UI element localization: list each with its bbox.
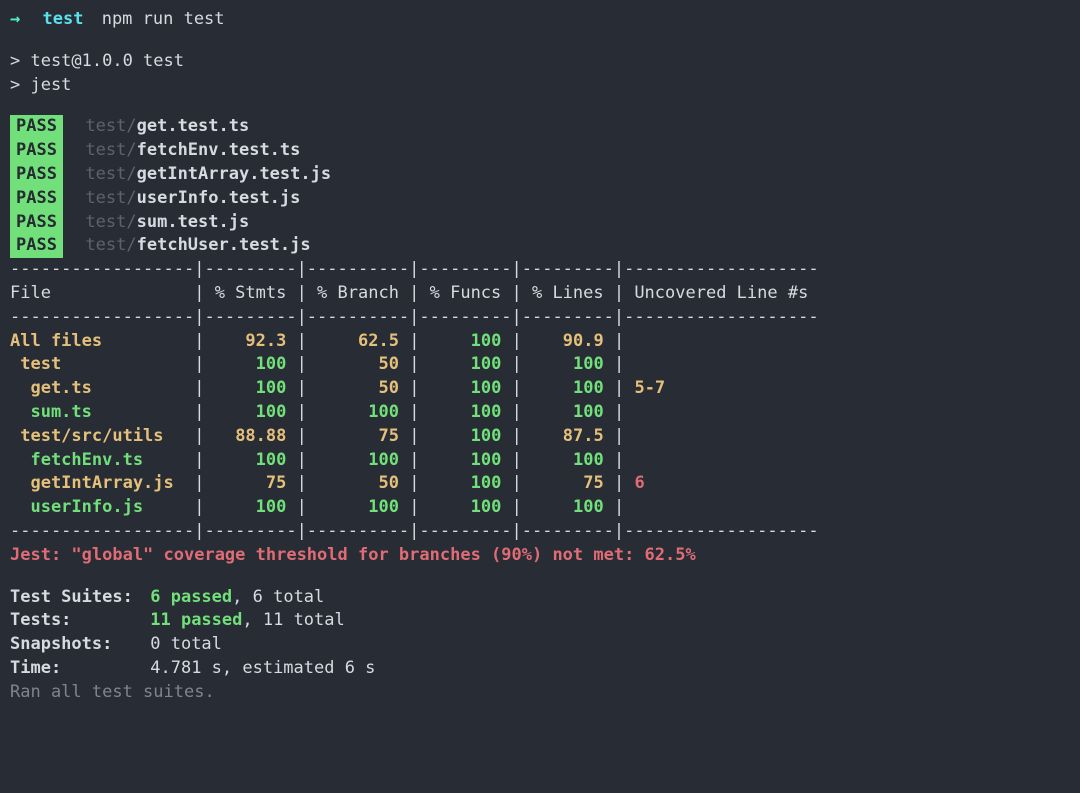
test-path: test/ [85, 115, 136, 139]
summary-label: Test Suites: [10, 586, 140, 610]
test-result-line: PASS test/fetchUser.test.js [10, 234, 1070, 258]
pass-badge: PASS [10, 139, 63, 163]
summary-test-suites: Test Suites: 6 passed, 6 total [10, 586, 1070, 610]
summary-snapshots: Snapshots: 0 total [10, 633, 1070, 657]
summary-value: 4.781 s, estimated 6 s [150, 658, 375, 678]
prompt-line: → test npm run test [10, 8, 1070, 32]
test-result-line: PASS test/get.test.ts [10, 115, 1070, 139]
test-result-line: PASS test/userInfo.test.js [10, 187, 1070, 211]
test-path: test/ [85, 187, 136, 211]
summary-label: Tests: [10, 609, 140, 633]
test-filename: fetchEnv.test.ts [137, 139, 301, 163]
test-filename: fetchUser.test.js [137, 234, 311, 258]
test-result-line: PASS test/fetchEnv.test.ts [10, 139, 1070, 163]
summary-label: Time: [10, 657, 140, 681]
npm-output-line: > jest [10, 74, 1070, 98]
npm-output-line: > test@1.0.0 test [10, 50, 1070, 74]
summary-total: 11 total [263, 610, 345, 630]
test-filename: getIntArray.test.js [137, 163, 331, 187]
summary-sep: , [242, 610, 262, 630]
pass-badge: PASS [10, 234, 63, 258]
test-path: test/ [85, 139, 136, 163]
summary-total: 6 total [253, 587, 325, 607]
coverage-table: ------------------|---------|----------|… [10, 258, 1070, 544]
pass-badge: PASS [10, 163, 63, 187]
summary-passed: 11 passed [150, 610, 242, 630]
prompt-dir: test [43, 9, 84, 29]
pass-badge: PASS [10, 115, 63, 139]
summary-sep: , [232, 587, 252, 607]
test-filename: sum.test.js [137, 211, 250, 235]
summary-block: Test Suites: 6 passed, 6 total Tests: 11… [10, 586, 1070, 705]
pass-badge: PASS [10, 211, 63, 235]
prompt-command: npm run test [102, 9, 225, 29]
prompt-arrow-icon: → [10, 9, 20, 29]
test-path: test/ [85, 163, 136, 187]
test-result-line: PASS test/sum.test.js [10, 211, 1070, 235]
test-filename: userInfo.test.js [137, 187, 301, 211]
test-path: test/ [85, 211, 136, 235]
summary-label: Snapshots: [10, 633, 140, 657]
summary-ran: Ran all test suites. [10, 681, 1070, 705]
summary-tests: Tests: 11 passed, 11 total [10, 609, 1070, 633]
test-path: test/ [85, 234, 136, 258]
summary-value: 0 total [150, 634, 222, 654]
test-filename: get.test.ts [137, 115, 250, 139]
terminal-output: → test npm run test > test@1.0.0 test > … [0, 0, 1080, 713]
pass-badge: PASS [10, 187, 63, 211]
summary-time: Time: 4.781 s, estimated 6 s [10, 657, 1070, 681]
test-result-line: PASS test/getIntArray.test.js [10, 163, 1070, 187]
coverage-error: Jest: "global" coverage threshold for br… [10, 544, 1070, 568]
test-results-block: PASS test/get.test.ts PASS test/fetchEnv… [10, 115, 1070, 258]
summary-passed: 6 passed [150, 587, 232, 607]
